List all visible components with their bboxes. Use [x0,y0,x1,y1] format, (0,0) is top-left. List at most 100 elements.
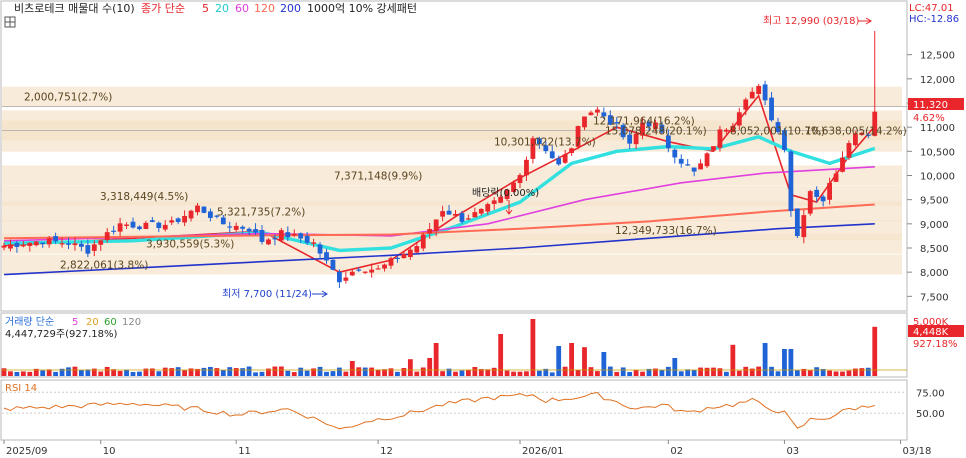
volume-bar [620,367,626,376]
candle [14,242,20,247]
volume-bar [504,370,510,376]
candle [240,226,246,229]
vol-ma-5: 5 [72,317,78,328]
candle [8,244,13,249]
candle [182,215,187,223]
volume-bar [698,367,703,376]
candle [698,163,703,170]
candle [769,97,774,121]
candle [356,269,362,271]
candle [369,269,375,273]
volume-bar [40,370,46,376]
ma-legend-20: 20 [215,2,229,15]
volume-bar [369,367,375,376]
volume-bar [162,367,168,376]
volume-bar [330,371,336,376]
volume-bar [253,372,258,376]
volume-bar [536,370,542,376]
candle [440,211,445,217]
dividend-annotation: 배당락(0.00%) [472,187,539,199]
volume-bar [337,367,342,376]
volume-bar [27,371,33,376]
candle [59,243,65,245]
ma-legend-5: 5 [202,2,209,15]
volume-profile-label: 2,822,061(3.8%) [60,259,148,271]
candle [672,149,678,158]
volume-bar [98,371,104,376]
candle [743,99,749,110]
volume-bar [459,370,465,376]
date-label: 03 [786,446,799,457]
candle [840,157,845,172]
stock-chart[interactable]: 50.00 75.00 7,500 8,000 8,500 9,000 9,500 10,0… [0,0,966,458]
volume-bar [607,366,613,376]
candle [466,218,471,220]
volume-bar [130,372,136,376]
candle [595,109,600,113]
candle [562,154,568,163]
price-tick-label: 8,000 [920,268,949,279]
candle [253,229,258,233]
candle [124,224,129,226]
volume-bar [633,369,639,376]
volume-bar [562,366,568,376]
volume-bar [814,367,820,376]
volume-bar [137,371,142,376]
candle [233,225,239,230]
candle [420,234,426,249]
volume-label: 거래량 단순 [5,316,54,328]
volume-bar [704,367,710,376]
volume-bar [736,370,742,376]
volume-bar [794,370,800,376]
volume-profile-label: 3,318,449(4.5%) [100,191,188,203]
volume-bar [840,371,845,376]
volume-bar [395,371,400,376]
ma-legend-60: 60 [235,2,249,15]
candle [330,259,336,270]
candle [324,252,329,261]
volume-bar [208,366,213,376]
candle [427,229,433,234]
volume-bar [272,366,278,376]
volume-bar [807,370,813,376]
volume-bar [575,369,581,376]
corner-hc: HC:-12.86 [909,14,959,25]
date-label: 03/18 [903,446,932,457]
volume-bar [595,371,600,376]
candle [846,143,852,158]
volume-bar [72,366,78,376]
candle [311,242,316,244]
volume-bar [672,358,678,376]
volume-bar [427,358,433,376]
volume-bar [401,368,407,376]
volume-bar [1,368,7,376]
high-annotation: 최고 12,990 (03/18) [763,15,859,27]
candle [304,235,310,243]
candle [407,249,413,258]
volume-profile-label: 10,301,022(13.7%) [494,137,596,149]
volume-bar [375,369,381,376]
candle [736,112,742,126]
ma-legend-200: 200 [280,2,301,15]
volume-bar [717,368,723,376]
volume-profile-label: 12,349,733(16.7%) [615,225,717,237]
candle [117,223,123,232]
candle [485,204,491,212]
candle [195,205,200,213]
volume-bar [762,343,768,376]
ma-legend-120: 120 [254,2,275,15]
volume-bar [220,370,226,376]
volume-bar [730,344,736,376]
corner-lc: LC:47.01 [909,3,954,14]
candle [472,212,478,218]
volume-bar [285,370,291,376]
candle [814,189,820,197]
volume-bar [169,368,175,376]
candle [130,221,136,228]
candle [446,210,452,215]
candle [711,146,716,151]
candle [85,245,91,254]
volume-bar [491,367,497,376]
candle [40,242,46,245]
price-badge-value: 11,320 [913,100,948,111]
